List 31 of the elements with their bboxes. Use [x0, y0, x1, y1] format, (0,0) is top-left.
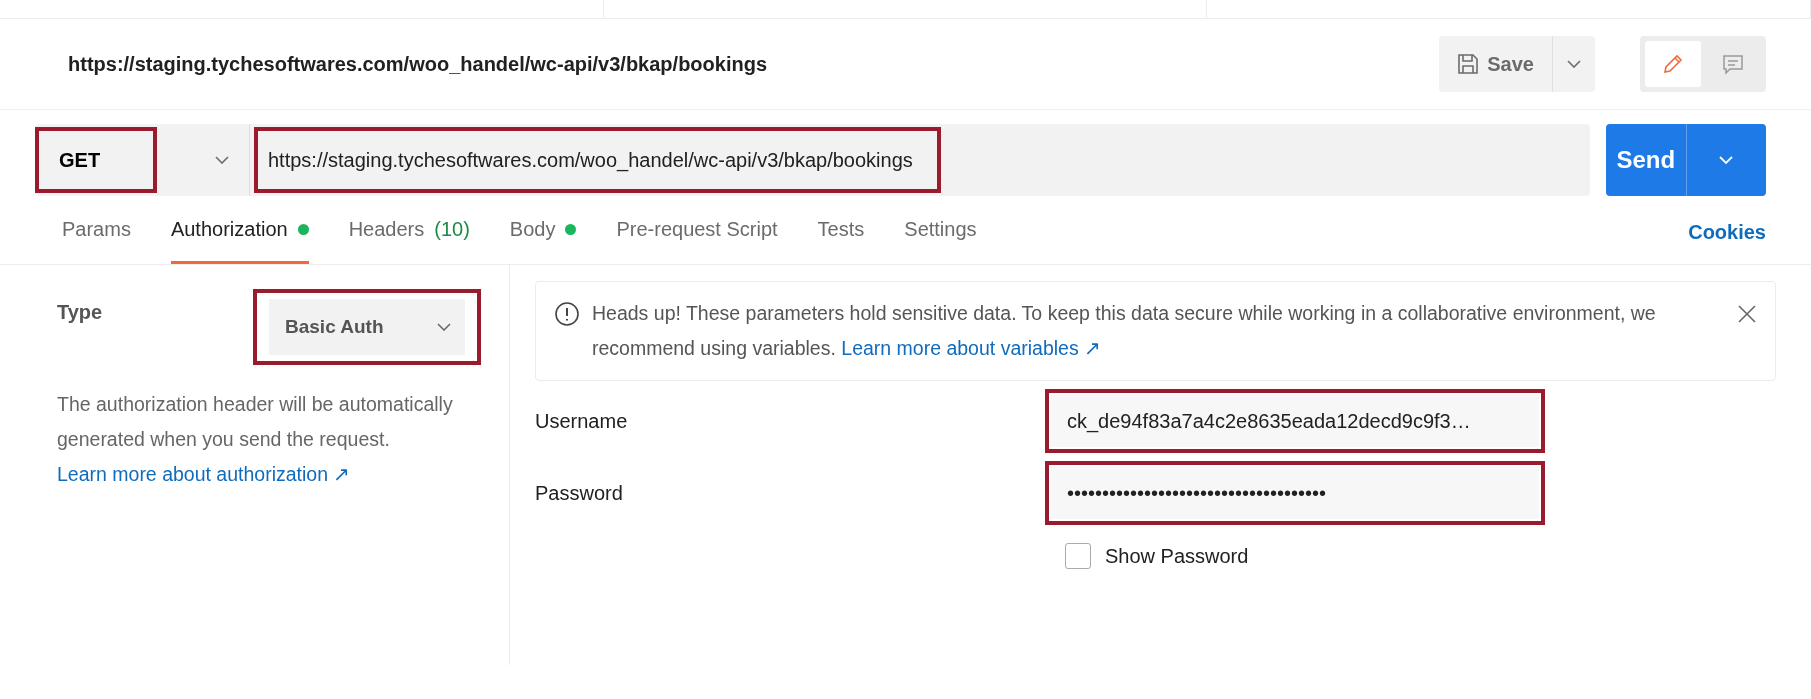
field-label: Password	[535, 481, 624, 505]
request-tab[interactable]: Authorization	[170, 218, 309, 264]
cookies-link[interactable]: Cookies	[1688, 221, 1766, 264]
chevron-down-icon	[215, 156, 229, 164]
auth-type-dropdown[interactable]: Basic Auth	[269, 299, 465, 355]
pencil-icon	[1661, 52, 1685, 76]
url-field[interactable]: https://staging.tychesoftwares.com/woo_handel/wc-api/v3/bkap/bookings	[254, 127, 941, 193]
caret-icon	[1719, 156, 1734, 164]
caret-icon	[1567, 60, 1581, 68]
chevron-down-icon	[437, 323, 451, 331]
send-button[interactable]: Send	[1606, 124, 1766, 196]
request-tab[interactable]: Body	[509, 218, 577, 264]
edit-toggle[interactable]	[1645, 41, 1701, 87]
request-tab[interactable]: Settings	[904, 218, 977, 264]
comment-icon	[1721, 52, 1745, 76]
auth-description: The authorization header will be automatically generated when you send the request. Learn more about authorization ↗	[57, 392, 454, 487]
notice-text: Heads up! These parameters hold sensitive data. To keep this data secure while working in a collaborative environment, we recommend using variables. Learn more about variables ↗	[592, 301, 1657, 361]
request-tab[interactable]: Params	[62, 218, 131, 264]
field-label: Username	[535, 409, 629, 433]
checkbox[interactable]	[1065, 543, 1091, 569]
request-tab[interactable]: Tests	[817, 218, 865, 264]
request-tab[interactable]: Pre-request Script	[616, 218, 778, 264]
request-title: https://staging.tychesoftwares.com/woo_handel/wc-api/v3/bkap/bookings	[68, 52, 768, 76]
learn-more-link[interactable]: Learn more about variables ↗	[841, 337, 1102, 359]
checkbox-label: Show Password	[1105, 544, 1249, 568]
request-tab[interactable]: Headers (10)	[348, 218, 470, 264]
method-dropdown[interactable]: GET	[35, 124, 250, 196]
info-icon	[554, 301, 580, 327]
learn-more-link[interactable]: Learn more about authorization ↗	[57, 463, 351, 485]
close-icon[interactable]	[1737, 304, 1757, 324]
type-label: Type	[57, 301, 103, 324]
